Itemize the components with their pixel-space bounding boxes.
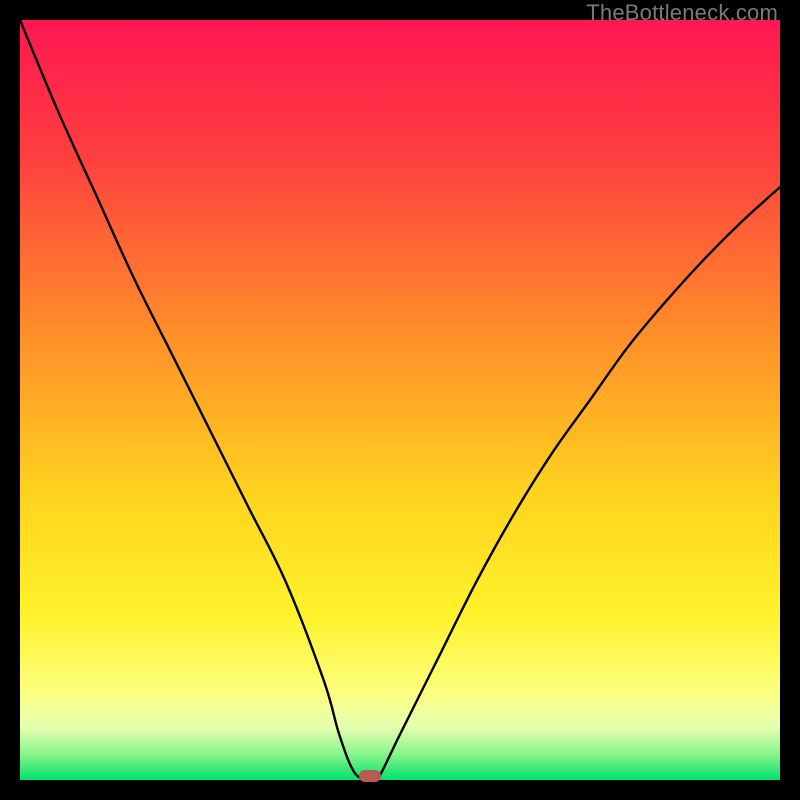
bottleneck-curve xyxy=(20,20,780,780)
watermark: TheBottleneck.com xyxy=(586,0,778,26)
optimal-point-marker xyxy=(359,770,381,782)
curve-path xyxy=(20,20,780,780)
chart-frame xyxy=(20,20,780,780)
